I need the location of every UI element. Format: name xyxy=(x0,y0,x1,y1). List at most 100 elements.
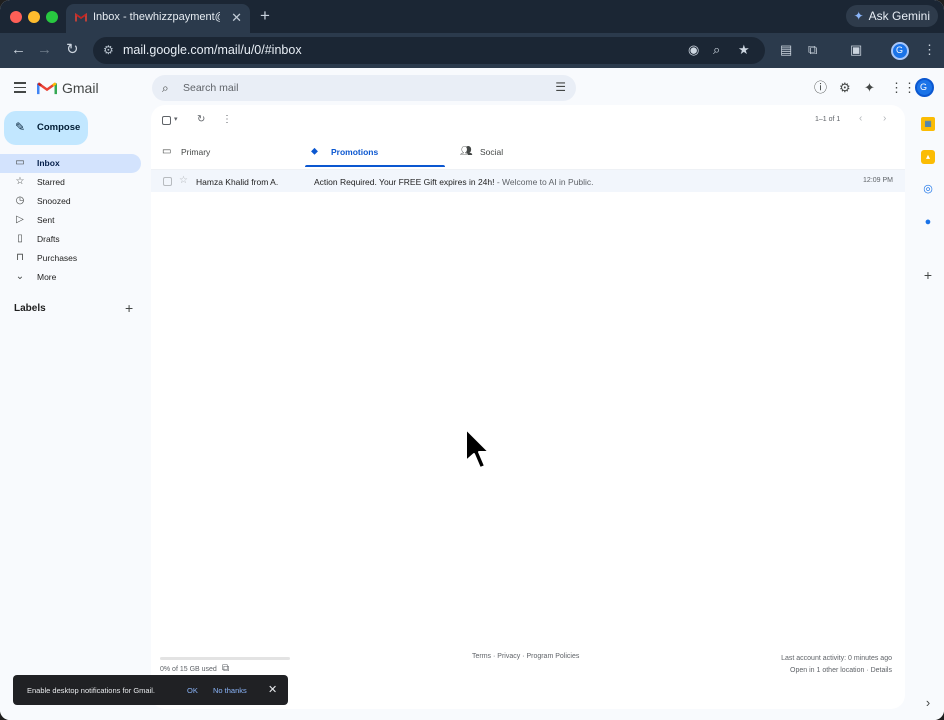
close-window-button[interactable] xyxy=(10,11,22,23)
tab-label: Social xyxy=(480,147,504,157)
email-subject: Action Required. Your FREE Gift expires … xyxy=(314,177,495,187)
eye-icon[interactable]: ◉ xyxy=(688,42,699,58)
new-tab-button[interactable]: + xyxy=(260,6,270,26)
labels-heading: Labels xyxy=(14,303,46,314)
bookmark-star-icon[interactable]: ★ xyxy=(738,42,750,58)
expand-side-panel-icon[interactable]: › xyxy=(921,696,935,710)
toast-ok-button[interactable]: OK xyxy=(187,686,198,695)
sidebar-item-drafts[interactable]: ▯ Drafts xyxy=(0,230,141,249)
minimize-window-button[interactable] xyxy=(28,11,40,23)
tab-label: Promotions xyxy=(331,147,379,157)
sidebar-item-inbox[interactable]: ▭ Inbox xyxy=(0,154,141,173)
row-checkbox[interactable] xyxy=(163,177,172,186)
footer-links[interactable]: Terms · Privacy · Program Policies xyxy=(472,653,579,660)
sidebar-item-snoozed[interactable]: ◷ Snoozed xyxy=(0,192,141,211)
gmail-favicon-icon xyxy=(75,13,87,22)
sidebar-item-label: Purchases xyxy=(37,253,78,263)
avatar-initial: G xyxy=(920,82,928,92)
next-page-icon[interactable]: › xyxy=(883,113,886,124)
ask-gemini-button[interactable]: ✦ Ask Gemini xyxy=(845,5,938,27)
browser-menu-icon[interactable]: ⋮ xyxy=(923,42,936,58)
title-bar: Inbox - thewhizzpayment@gmail.com ✕ + ✦ … xyxy=(0,0,944,33)
storage-meter xyxy=(160,657,290,660)
sidebar-item-label: Sent xyxy=(37,215,55,225)
browser-tab-gmail[interactable]: Inbox - thewhizzpayment@gmail.com ✕ xyxy=(66,4,250,33)
tab-primary[interactable]: ▭ Primary xyxy=(151,137,301,169)
toast-close-icon[interactable]: ✕ xyxy=(268,683,277,696)
select-all-checkbox[interactable] xyxy=(162,116,171,125)
compose-button[interactable]: ✎ Compose xyxy=(4,111,88,145)
email-subject-line: Action Required. Your FREE Gift expires … xyxy=(314,177,594,187)
add-label-icon[interactable]: + xyxy=(125,300,133,316)
sidebar-item-sent[interactable]: ▷ Sent xyxy=(0,211,141,230)
main-menu-icon[interactable] xyxy=(14,82,26,96)
calendar-icon[interactable]: ▦ xyxy=(921,117,935,131)
gmail-app: Gmail ⌕ Search mail ☰ ⓘ ⚙ ✦ ⋮⋮ G ✎ Compo… xyxy=(0,68,944,720)
active-tab-indicator xyxy=(305,165,445,167)
people-icon: 👥︎ xyxy=(460,146,473,157)
star-icon[interactable]: ☆ xyxy=(179,175,188,186)
tab-title: Inbox - thewhizzpayment@gmail.com xyxy=(93,11,220,23)
tab-close-icon[interactable]: ✕ xyxy=(231,10,242,26)
pagination-text: 1–1 of 1 xyxy=(815,116,841,123)
toast-message: Enable desktop notifications for Gmail. xyxy=(27,686,155,695)
sidebar-item-purchases[interactable]: ⊓ Purchases xyxy=(0,249,141,268)
more-options-icon[interactable]: ⋮ xyxy=(222,114,232,125)
search-options-icon[interactable]: ☰ xyxy=(555,80,566,94)
search-input[interactable]: Search mail xyxy=(183,82,238,94)
send-icon: ▷ xyxy=(16,214,24,225)
maximize-window-button[interactable] xyxy=(46,11,58,23)
table-row[interactable]: ☆ Hamza Khalid from A. Action Required. … xyxy=(151,169,905,192)
tag-icon: ⬥ xyxy=(311,146,318,157)
search-icon[interactable]: ⌕ xyxy=(162,81,169,96)
gmail-logo-icon xyxy=(37,82,57,95)
extensions-icon[interactable]: ⧉ xyxy=(808,42,817,58)
contacts-icon[interactable]: ● xyxy=(921,215,935,229)
help-icon[interactable]: ⓘ xyxy=(814,81,827,95)
browser-profile-avatar[interactable]: G xyxy=(891,42,909,60)
refresh-icon[interactable]: ↻ xyxy=(197,114,205,125)
tab-search-icon[interactable]: ▤ xyxy=(780,42,792,58)
site-settings-icon[interactable]: ⚙ xyxy=(103,43,114,57)
tasks-icon[interactable]: ◎ xyxy=(921,182,935,196)
zoom-icon[interactable]: ⌕ xyxy=(713,42,720,58)
star-icon: ☆ xyxy=(15,176,25,187)
sidebar-item-label: Snoozed xyxy=(37,196,71,206)
email-time: 12:09 PM xyxy=(863,177,893,184)
side-panel-icon[interactable]: ▣ xyxy=(850,42,862,58)
sidebar-item-label: More xyxy=(37,272,57,282)
back-arrow-icon[interactable]: ← xyxy=(11,41,26,59)
mail-list-panel: ▾ ↻ ⋮ 1–1 of 1 ‹ › ▭ Primary ⬥ Promotion… xyxy=(151,105,905,709)
sidebar-item-more[interactable]: ⌄ More xyxy=(0,268,141,287)
tab-label: Primary xyxy=(181,147,211,157)
gmail-brand: Gmail xyxy=(62,80,99,96)
bag-icon: ⊓ xyxy=(16,252,24,263)
prev-page-icon[interactable]: ‹ xyxy=(859,113,862,124)
ask-gemini-label: Ask Gemini xyxy=(868,9,930,23)
account-avatar[interactable]: G xyxy=(915,78,934,97)
pencil-icon: ✎ xyxy=(15,120,26,134)
toast-no-thanks-button[interactable]: No thanks xyxy=(213,686,247,695)
address-bar[interactable]: ⚙ mail.google.com/mail/u/0/#inbox ◉ ⌕ ★ xyxy=(93,37,765,64)
inbox-icon: ▭ xyxy=(15,157,25,168)
activity-details-link[interactable]: Open in 1 other location · Details xyxy=(781,665,892,677)
mouse-cursor-icon xyxy=(465,428,490,469)
inbox-icon: ▭ xyxy=(162,146,172,157)
forward-arrow-icon[interactable]: → xyxy=(37,41,52,59)
tab-social[interactable]: 👥︎ Social xyxy=(456,137,596,169)
open-storage-icon[interactable]: ⧉ xyxy=(222,663,229,674)
tab-promotions[interactable]: ⬥ Promotions xyxy=(305,137,445,169)
browser-window: Inbox - thewhizzpayment@gmail.com ✕ + ✦ … xyxy=(0,0,944,720)
activity-line: Last account activity: 0 minutes ago xyxy=(781,655,892,662)
keep-icon[interactable]: ▴ xyxy=(921,150,935,164)
select-dropdown-icon[interactable]: ▾ xyxy=(174,115,178,123)
email-sender: Hamza Khalid from A. xyxy=(196,177,279,187)
search-bar[interactable]: ⌕ Search mail ☰ xyxy=(152,75,576,101)
gemini-icon[interactable]: ✦ xyxy=(864,81,875,95)
get-addons-icon[interactable]: + xyxy=(921,268,935,282)
sidebar-item-starred[interactable]: ☆ Starred xyxy=(0,173,141,192)
reload-icon[interactable]: ↻ xyxy=(66,41,79,59)
url-text[interactable]: mail.google.com/mail/u/0/#inbox xyxy=(123,43,302,57)
apps-grid-icon[interactable]: ⋮⋮ xyxy=(890,81,916,95)
settings-gear-icon[interactable]: ⚙ xyxy=(839,81,851,95)
